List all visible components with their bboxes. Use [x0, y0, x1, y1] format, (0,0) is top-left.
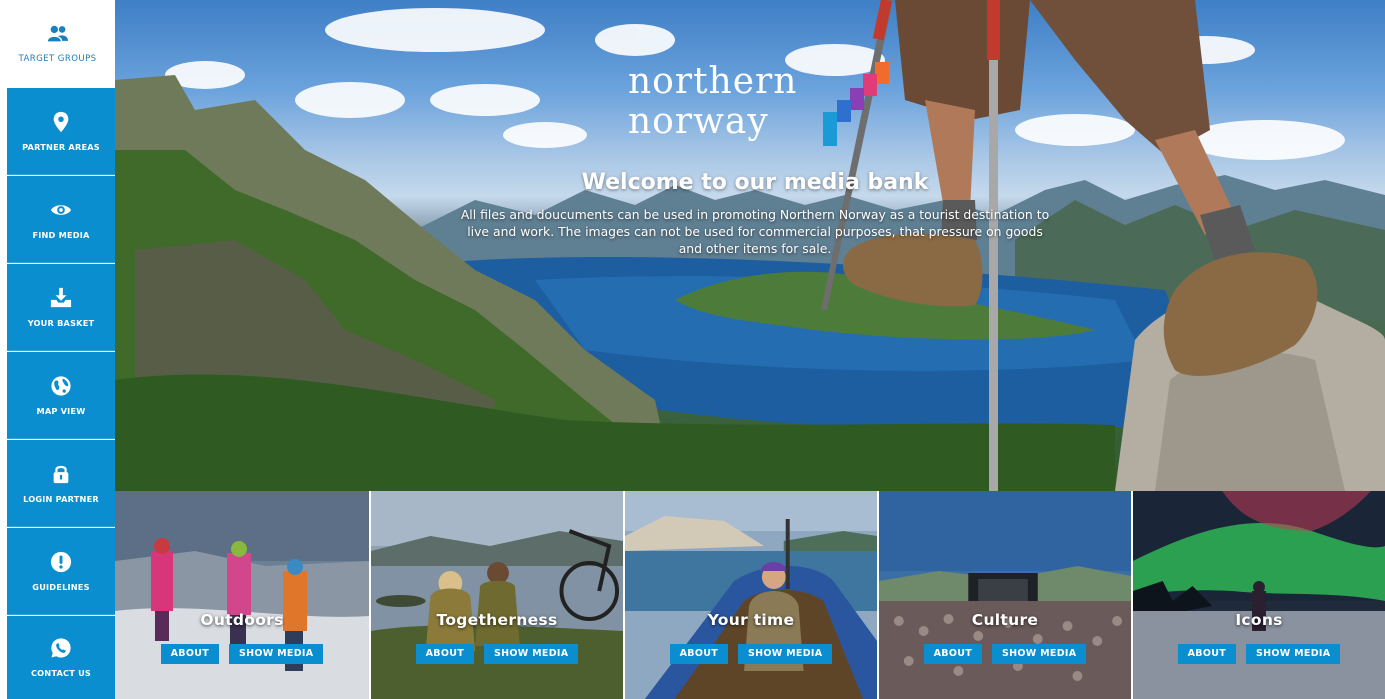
page-title: Welcome to our media bank [581, 170, 929, 195]
tile-image [879, 491, 1131, 699]
sidebar-item-label: TARGET GROUPS [18, 54, 97, 64]
tile-outdoors[interactable]: Outdoors ABOUT SHOW MEDIA [115, 491, 369, 699]
sidebar-item-contact-us[interactable]: CONTACT US [7, 616, 115, 699]
sidebar-item-your-basket[interactable]: YOUR BASKET [7, 264, 115, 351]
tile-image [371, 491, 623, 699]
tile-image [115, 491, 369, 699]
sidebar-item-label: MAP VIEW [36, 405, 86, 416]
tile-title: Outdoors [200, 611, 284, 629]
brand-logo[interactable]: northern norway [628, 62, 797, 142]
users-icon [47, 25, 68, 42]
tile-culture[interactable]: Culture ABOUT SHOW MEDIA [877, 491, 1131, 699]
sidebar-item-label: FIND MEDIA [32, 229, 90, 240]
tile-image [1133, 491, 1385, 699]
about-button[interactable]: ABOUT [669, 644, 728, 664]
show-media-button[interactable]: SHOW MEDIA [738, 644, 833, 664]
exclamation-icon [50, 551, 72, 572]
sidebar-item-label: YOUR BASKET [27, 317, 95, 328]
show-media-button[interactable]: SHOW MEDIA [484, 644, 579, 664]
tile-image [625, 491, 877, 699]
tile-title: Togetherness [436, 611, 558, 629]
tile-title: Culture [971, 611, 1039, 629]
sidebar-item-guidelines[interactable]: GUIDELINES [7, 528, 115, 615]
location-pin-icon [53, 111, 69, 132]
sidebar-item-login-partner[interactable]: LOGIN PARTNER [7, 440, 115, 527]
download-tray-icon [50, 287, 72, 307]
target-group-tiles: Outdoors ABOUT SHOW MEDIA Togetherness A… [115, 491, 1385, 699]
sidebar: TARGET GROUPS PARTNER AREAS FIND MEDIA Y… [0, 0, 115, 699]
logo-text-line1: northern [628, 61, 798, 102]
sidebar-item-label: LOGIN PARTNER [23, 493, 99, 504]
sidebar-item-map-view[interactable]: MAP VIEW [7, 352, 115, 439]
globe-icon [51, 375, 71, 396]
sidebar-item-label: PARTNER AREAS [22, 141, 100, 152]
whatsapp-icon [51, 638, 71, 658]
logo-text-line2: norway [628, 101, 769, 142]
tile-title: Icons [1235, 611, 1283, 629]
sidebar-item-label: CONTACT US [30, 668, 92, 678]
tile-togetherness[interactable]: Togetherness ABOUT SHOW MEDIA [369, 491, 623, 699]
sidebar-item-find-media[interactable]: FIND MEDIA [7, 176, 115, 263]
sidebar-item-partner-areas[interactable]: PARTNER AREAS [7, 88, 115, 175]
intro-text: All files and doucuments can be used in … [460, 207, 1050, 256]
show-media-button[interactable]: SHOW MEDIA [1246, 644, 1341, 664]
lock-icon [53, 465, 69, 483]
about-button[interactable]: ABOUT [160, 644, 219, 664]
about-button[interactable]: ABOUT [923, 644, 982, 664]
show-media-button[interactable]: SHOW MEDIA [229, 644, 324, 664]
eye-icon [50, 204, 72, 215]
hero-banner: northern norway Welcome to our media ban… [115, 0, 1385, 491]
about-button[interactable]: ABOUT [1177, 644, 1236, 664]
sidebar-item-target-groups[interactable]: TARGET GROUPS [0, 0, 115, 87]
sidebar-item-label: GUIDELINES [32, 581, 90, 592]
about-button[interactable]: ABOUT [415, 644, 474, 664]
tile-your-time[interactable]: Your time ABOUT SHOW MEDIA [623, 491, 877, 699]
tile-icons[interactable]: Icons ABOUT SHOW MEDIA [1131, 491, 1385, 699]
tile-title: Your time [707, 611, 795, 629]
logo-mark-icon [823, 62, 889, 146]
show-media-button[interactable]: SHOW MEDIA [992, 644, 1087, 664]
